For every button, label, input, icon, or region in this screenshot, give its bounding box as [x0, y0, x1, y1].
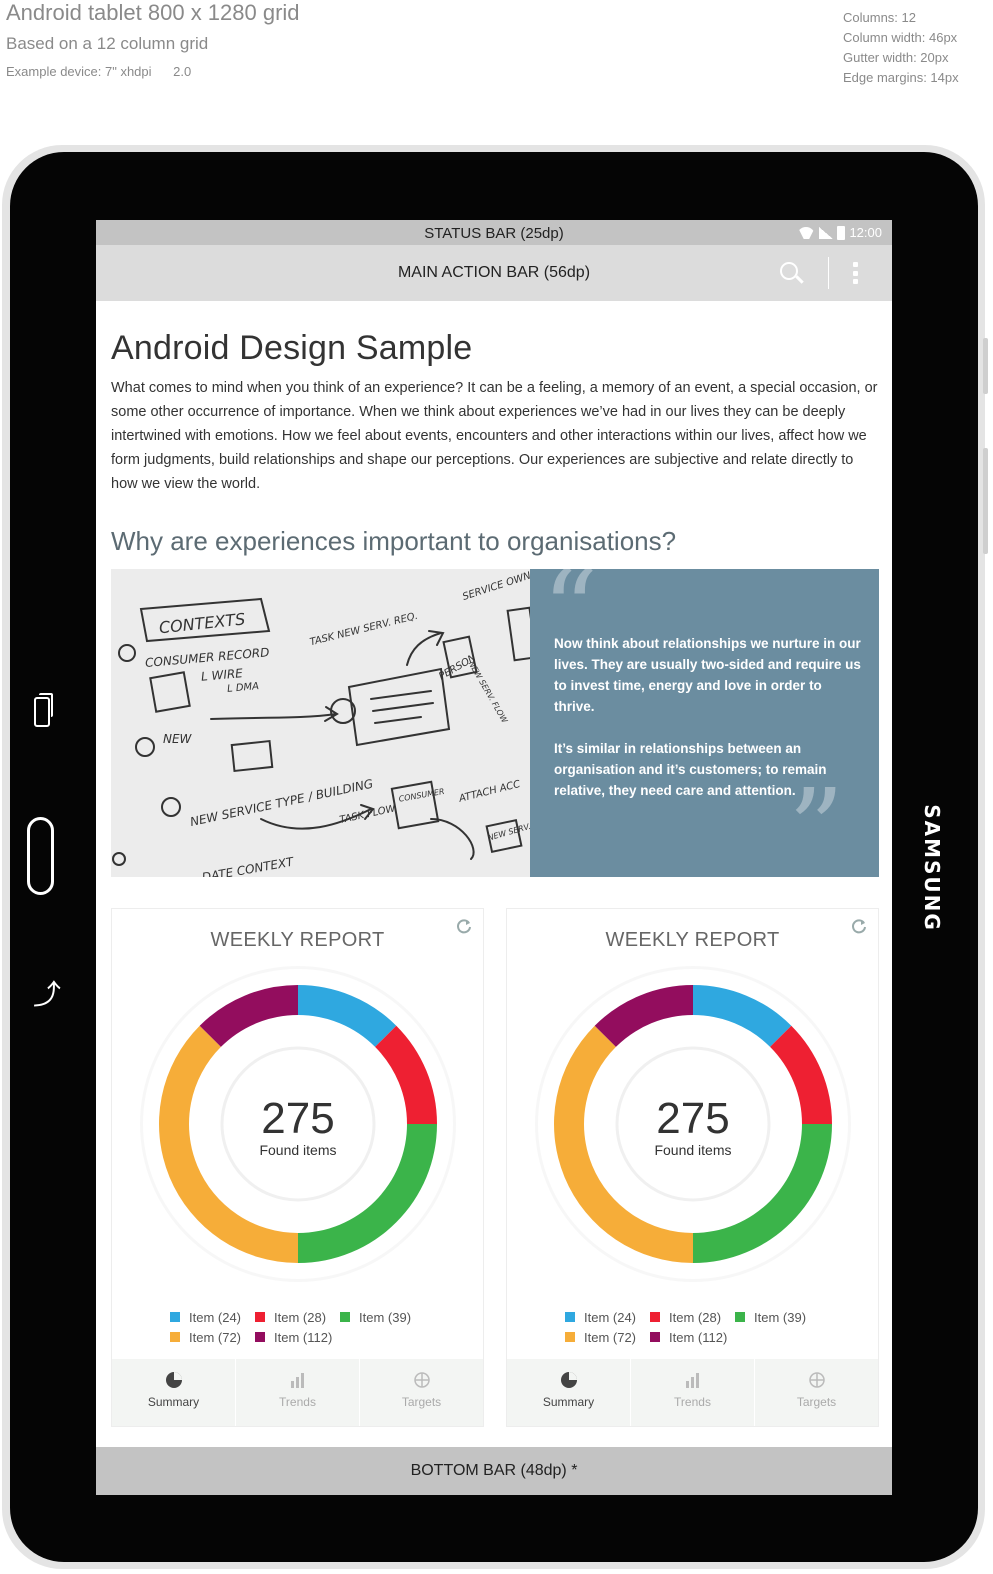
pie-chart-icon	[165, 1372, 182, 1388]
report-tabbar: Summary Trends Targets	[112, 1359, 483, 1426]
chart-legend: Item (24) Item (28) Item (39) Item (72) …	[565, 1307, 835, 1347]
legend-item-orange: Item (72)	[170, 1330, 241, 1345]
section-title: Why are experiences important to organis…	[111, 526, 677, 556]
bottom-bar-label: BOTTOM BAR (48dp) *	[410, 1462, 578, 1479]
tablet-screen: STATUS BAR (25dp) 12:00 MAIN ACTION BAR …	[96, 220, 892, 1495]
spec-title: Android tablet 800 x 1280 grid	[6, 0, 300, 25]
home-icon[interactable]	[27, 817, 54, 895]
status-icons: 12:00	[797, 220, 882, 245]
legend-item-green: Item (39)	[340, 1310, 411, 1325]
total-count: 275	[656, 1094, 729, 1143]
intro-paragraph: What comes to mind when you think of an …	[111, 380, 878, 492]
quote-panel: “ Now think about relationships we nurtu…	[530, 555, 879, 884]
report-cards: WEEKLY REPORT 275 Found items Item (24) …	[111, 908, 879, 1427]
tab-targets[interactable]: Targets	[754, 1359, 878, 1426]
grid-columns: Columns: 12	[843, 10, 916, 25]
signal-icon	[819, 226, 834, 239]
bottom-bar: BOTTOM BAR (48dp) *	[96, 1447, 892, 1495]
page-title: Android Design Sample	[111, 329, 473, 367]
total-label: Found items	[259, 1142, 336, 1158]
grid-gutter-width: Gutter width: 20px	[843, 50, 949, 65]
pie-chart-icon	[560, 1372, 577, 1388]
sketch-item2: NEW	[163, 732, 193, 746]
total-count: 275	[261, 1094, 334, 1143]
chart-legend: Item (24) Item (28) Item (39) Item (72) …	[170, 1307, 440, 1347]
spec-device-label: Example device: 7" xhdpi	[6, 64, 152, 79]
weekly-report-card: WEEKLY REPORT 275 Found items Item (24) …	[506, 908, 879, 1427]
close-quote-mark: ”	[788, 765, 845, 893]
legend-item-blue: Item (24)	[565, 1310, 636, 1325]
refresh-icon[interactable]	[850, 917, 868, 935]
weekly-report-card: WEEKLY REPORT 275 Found items Item (24) …	[111, 908, 484, 1427]
spec-device-scale: 2.0	[173, 64, 192, 79]
report-title: WEEKLY REPORT	[605, 929, 780, 951]
whiteboard-sketch-image: CONTEXTS CONSUMER RECORD L WIRE L DMA NE…	[111, 569, 530, 877]
spec-device: Example device: 7" xhdpi 2.0	[6, 64, 300, 79]
status-time: 12:00	[849, 224, 882, 240]
recent-apps-icon[interactable]	[34, 693, 53, 727]
action-bar-label: MAIN ACTION BAR (56dp)	[397, 264, 591, 281]
target-icon	[413, 1372, 430, 1388]
article: Android Design Sample What comes to mind…	[111, 301, 879, 558]
spec-subtitle: Based on a 12 column grid	[6, 34, 209, 53]
donut-chart: 275 Found items	[535, 966, 851, 1282]
report-title: WEEKLY REPORT	[210, 929, 385, 951]
bar-chart-icon	[685, 1373, 699, 1388]
search-icon[interactable]	[780, 262, 798, 280]
overflow-menu-icon[interactable]	[852, 262, 858, 284]
grid-spec: Columns: 12 Column width: 46px Gutter wi…	[843, 8, 959, 88]
grid-edge-margins: Edge margins: 14px	[843, 70, 959, 85]
power-button	[983, 448, 988, 554]
legend-item-purple: Item (112)	[255, 1330, 332, 1345]
main-action-bar: MAIN ACTION BAR (56dp)	[96, 245, 892, 301]
brand-logo: SAMSUNG	[920, 804, 944, 932]
tab-summary[interactable]: Summary	[112, 1359, 235, 1426]
legend-item-orange: Item (72)	[565, 1330, 636, 1345]
tab-trends[interactable]: Trends	[630, 1359, 754, 1426]
tab-summary[interactable]: Summary	[507, 1359, 630, 1426]
tab-trends[interactable]: Trends	[235, 1359, 359, 1426]
battery-icon	[837, 225, 846, 240]
report-tabbar: Summary Trends Targets	[507, 1359, 878, 1426]
status-bar-label: STATUS BAR (25dp)	[424, 225, 564, 242]
grid-column-width: Column width: 46px	[843, 30, 958, 45]
target-icon	[808, 1372, 825, 1388]
donut-chart: 275 Found items	[140, 966, 456, 1282]
bar-chart-icon	[290, 1373, 304, 1388]
spec-header: Android tablet 800 x 1280 grid Based on …	[6, 0, 300, 79]
legend-item-green: Item (39)	[735, 1310, 806, 1325]
action-divider	[828, 257, 829, 289]
back-icon[interactable]: ⤴	[33, 980, 61, 1010]
legend-item-purple: Item (112)	[650, 1330, 727, 1345]
legend-item-blue: Item (24)	[170, 1310, 241, 1325]
legend-item-red: Item (28)	[255, 1310, 326, 1325]
tab-targets[interactable]: Targets	[359, 1359, 483, 1426]
sketch-drawing: CONTEXTS CONSUMER RECORD L WIRE L DMA NE…	[111, 569, 530, 877]
refresh-icon[interactable]	[455, 917, 473, 935]
total-label: Found items	[654, 1142, 731, 1158]
feature-block: CONTEXTS CONSUMER RECORD L WIRE L DMA NE…	[111, 555, 879, 884]
quote-paragraph-1: Now think about relationships we nurture…	[554, 636, 861, 714]
wifi-icon	[797, 227, 815, 239]
legend-item-red: Item (28)	[650, 1310, 721, 1325]
status-bar: STATUS BAR (25dp) 12:00	[96, 220, 892, 245]
volume-button	[983, 338, 988, 394]
